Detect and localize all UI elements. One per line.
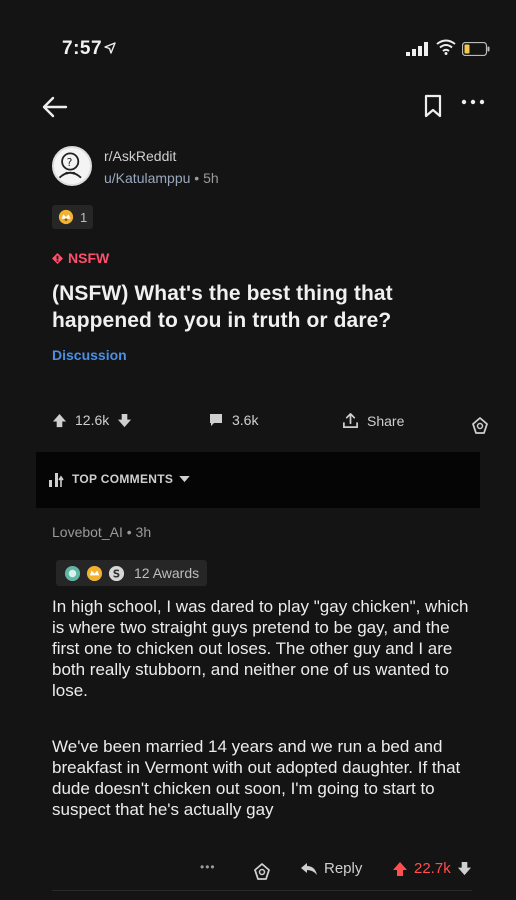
comment-paragraph: In high school, I was dared to play "gay… <box>52 597 469 700</box>
nsfw-tag: NSFW <box>52 250 109 266</box>
post-toolbar <box>0 88 516 124</box>
avatar[interactable]: ? <box>52 146 92 186</box>
signal-icon <box>406 42 428 56</box>
svg-text:?: ? <box>67 156 73 169</box>
downvote-icon[interactable] <box>117 413 132 428</box>
comment-sort-bar[interactable]: TOP COMMENTS <box>36 452 480 508</box>
chevron-down-icon <box>179 475 190 482</box>
comments-button[interactable]: 3.6k <box>208 412 258 428</box>
nsfw-label: NSFW <box>68 250 110 266</box>
share-label: Share <box>367 412 405 429</box>
comment-actions: ••• Reply 22.7k <box>0 860 516 886</box>
back-arrow-icon[interactable] <box>40 92 70 122</box>
bookmark-icon[interactable] <box>424 94 442 118</box>
award-icon: S <box>108 565 125 581</box>
share-button[interactable]: Share <box>342 412 404 429</box>
award-outline-icon[interactable] <box>470 416 490 436</box>
upvote-icon[interactable] <box>392 861 408 877</box>
comment-author[interactable]: Lovebot_AI <box>52 524 123 540</box>
post-title: (NSFW) What's the best thing that happen… <box>52 282 393 332</box>
downvote-icon[interactable] <box>457 861 472 876</box>
share-icon <box>343 413 358 428</box>
status-bar: 7:57 <box>0 34 516 64</box>
subreddit-link[interactable]: r/AskReddit <box>104 148 176 164</box>
status-time: 7:57 <box>62 38 103 59</box>
comment-sort-control[interactable]: TOP COMMENTS <box>48 470 190 488</box>
reply-label: Reply <box>324 860 363 877</box>
comment-awards[interactable]: S 12 Awards <box>56 560 208 586</box>
post-author-line: u/Katulamppu • 5h <box>104 170 219 186</box>
battery-icon <box>462 42 490 56</box>
comment-age: 3h <box>135 524 152 540</box>
post-flair[interactable]: Discussion <box>52 347 127 363</box>
separator-dot: • <box>126 524 132 540</box>
upvote-icon[interactable] <box>52 413 67 428</box>
award-outline-icon[interactable] <box>252 862 272 882</box>
svg-text:S: S <box>113 568 120 580</box>
nsfw-icon <box>52 252 63 264</box>
post-author[interactable]: u/Katulamppu <box>104 170 190 186</box>
award-icon <box>86 565 103 581</box>
post-actions: 12.6k 3.6k Share <box>0 412 516 440</box>
post-age: 5h <box>203 170 219 186</box>
comment-more-button[interactable]: ••• <box>200 860 216 874</box>
post-award-count: 1 <box>80 209 88 225</box>
post-header: ? r/AskReddit u/Katulamppu • 5h <box>52 146 472 194</box>
comment-divider <box>52 890 472 891</box>
comment-vote-control: 22.7k <box>392 860 472 877</box>
post-awards[interactable]: 1 <box>52 205 94 229</box>
location-arrow-icon <box>104 42 116 54</box>
comment-icon <box>210 414 222 426</box>
reply-icon <box>301 862 317 875</box>
comment-paragraph: We've been married 14 years and we run a… <box>52 737 461 819</box>
award-icon <box>58 209 74 225</box>
separator-dot: • <box>194 170 200 186</box>
comment-awards-label: 12 Awards <box>134 565 200 581</box>
sort-icon <box>49 473 64 487</box>
sort-label: TOP COMMENTS <box>72 472 174 486</box>
comment-score: 22.7k <box>414 860 451 877</box>
more-icon[interactable] <box>458 92 488 112</box>
comment-count: 3.6k <box>232 412 259 428</box>
award-icon <box>64 565 81 581</box>
avatar-icon: ? <box>58 152 82 179</box>
reply-button[interactable]: Reply <box>300 860 362 877</box>
comment-meta: Lovebot_AI • 3h <box>52 524 151 540</box>
post-score: 12.6k <box>75 412 110 428</box>
wifi-icon <box>436 39 456 55</box>
vote-control: 12.6k <box>52 412 132 428</box>
